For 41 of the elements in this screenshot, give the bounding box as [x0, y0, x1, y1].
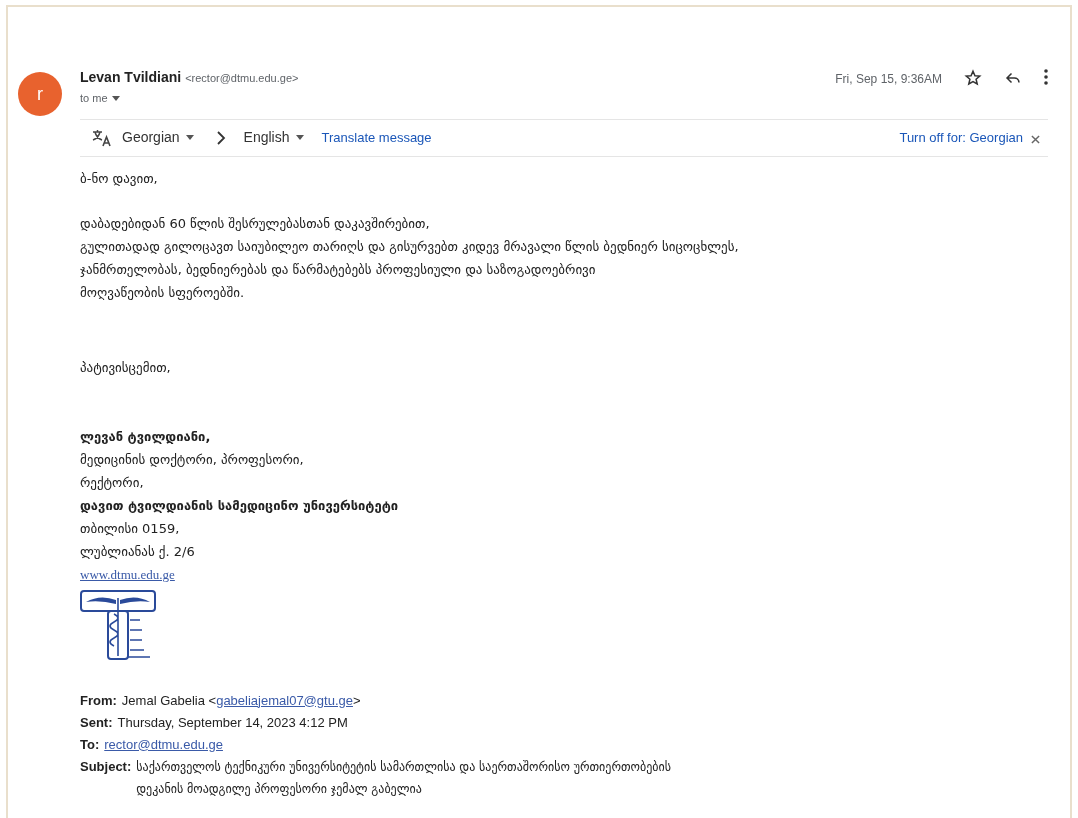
caret-icon	[111, 95, 120, 101]
date: Fri, Sep 15, 9:36AM	[835, 71, 942, 88]
body-text-line: პატივისცემით,	[80, 358, 172, 377]
header-value: საქართველოს ტექნიკური უნივერსიტეტის სამართლისა და საერთაშორისო ურთიერთობების	[136, 758, 671, 776]
signature-line: მედიცინის დოქტორი, პროფესორი,	[80, 450, 305, 469]
header-label: Subject:	[80, 757, 132, 776]
website-link[interactable]: www.dtmu.edu.ge	[80, 562, 175, 586]
header-label: From:	[80, 691, 117, 710]
signature-line: რექტორი,	[80, 473, 145, 492]
caret-icon	[295, 135, 304, 140]
header-label: Sent:	[80, 713, 113, 732]
more-icon[interactable]	[1044, 69, 1048, 85]
header-value: დეკანის მოადგილე პროფესორი ჯემალ გაბელია	[136, 780, 423, 798]
signature-line: თბილისი 0159,	[80, 519, 181, 538]
body-text-line: გულითადად გილოცავთ საიუბილეო თარიღს და გისურვებთ კიდევ მრავალი წლის ბედნიერ სიცოცხლეს,	[80, 237, 740, 256]
header-value: Jemal Gabelia <	[121, 691, 217, 710]
body-text-line: ჯანმრთელობას, ბედნიერებას და წარმატებებს პროფესიული და საზოგადოებრივი	[80, 260, 597, 279]
signature-line: დავით ტვილდიანის სამედიცინო უნივერსიტეტი	[80, 496, 400, 515]
caret-icon	[185, 135, 194, 140]
email-link[interactable]: rector@dtmu.edu.ge	[104, 733, 223, 756]
translate-icon	[92, 128, 112, 147]
header-value: >	[352, 691, 361, 710]
sender-email: <rector@dtmu.edu.ge>	[185, 71, 299, 86]
turn-off-link[interactable]: Turn off for: Georgian	[899, 127, 1023, 148]
recipient-dropdown[interactable]: to me	[80, 90, 120, 107]
signature-line: ლუბლიანას ქ. 2/6	[80, 542, 196, 561]
close-icon[interactable]	[1031, 134, 1040, 144]
star-icon[interactable]	[964, 69, 982, 87]
signature-line: ლევან ტვილდიანი,	[80, 427, 212, 446]
chevron-right-icon	[215, 130, 226, 145]
body-text-line: მოღვაწეობის სფეროებში.	[80, 283, 246, 302]
body-text-line: დაბადებიდან 60 წლის შესრულებასთან დაკავშირებით,	[80, 214, 431, 233]
body-text-line: ბ-ნო დავით,	[80, 169, 159, 188]
translate-message-link[interactable]: Translate message	[321, 127, 432, 148]
sender-name: Levan Tvildiani	[80, 68, 182, 87]
target-language-dropdown[interactable]: English	[243, 127, 304, 148]
email-link[interactable]: gabeliajemal07@gtu.ge	[216, 689, 353, 712]
header-label: To:	[80, 735, 100, 754]
source-language-dropdown[interactable]: Georgian	[122, 127, 194, 148]
header-value: Thursday, September 14, 2023 4:12 PM	[117, 713, 348, 732]
avatar: r	[18, 72, 62, 116]
